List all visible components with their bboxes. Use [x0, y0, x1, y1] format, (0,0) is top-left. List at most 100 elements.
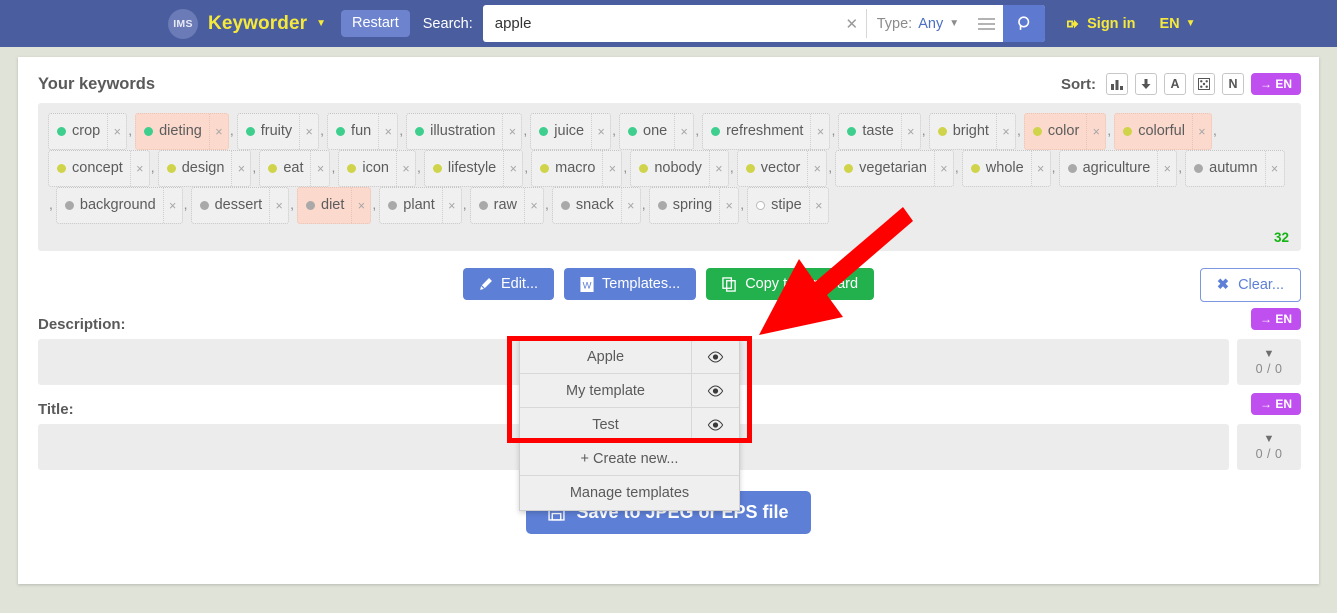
keyword-tag[interactable]: concept × — [48, 150, 150, 187]
keyword-tag[interactable]: diet × — [297, 187, 372, 224]
keyword-tag[interactable]: vector × — [736, 150, 828, 187]
remove-keyword-icon[interactable]: × — [807, 151, 826, 186]
keyword-tag[interactable]: dessert × — [190, 187, 290, 224]
sort-alphabetical-button[interactable]: A — [1163, 73, 1186, 95]
keyword-tag[interactable]: fun × — [327, 113, 399, 150]
keyword-tag[interactable]: plant × — [379, 187, 462, 224]
language-selector[interactable]: EN ▼ — [1159, 16, 1195, 32]
brand-name[interactable]: Keyworder — [208, 13, 307, 35]
remove-keyword-icon[interactable]: × — [395, 151, 415, 186]
chevron-down-icon[interactable]: ▼ — [1264, 348, 1275, 360]
type-filter-dropdown[interactable]: Type: Any ▼ — [867, 5, 969, 42]
remove-keyword-icon[interactable]: × — [269, 188, 288, 223]
sign-in-button[interactable]: Sign in — [1067, 16, 1135, 32]
remove-keyword-icon[interactable]: × — [810, 114, 829, 149]
search-submit-button[interactable] — [1003, 5, 1046, 42]
copy-to-clipboard-button[interactable]: Copy to clipboard — [706, 268, 875, 300]
keyword-tag[interactable]: vegetarian × — [835, 150, 954, 187]
restart-button[interactable]: Restart — [341, 10, 410, 37]
remove-keyword-icon[interactable]: × — [1030, 151, 1050, 186]
translate-keywords-button[interactable]: → EN — [1250, 73, 1301, 95]
translate-title-button[interactable]: → EN — [1250, 393, 1301, 415]
clear-button[interactable]: ✖ Clear... — [1199, 268, 1301, 302]
keyword-tag[interactable]: dieting × — [135, 113, 229, 150]
keyword-tag[interactable]: snack × — [551, 187, 641, 224]
remove-keyword-icon[interactable]: × — [1086, 114, 1105, 149]
remove-keyword-icon[interactable]: × — [1191, 114, 1211, 149]
remove-keyword-icon[interactable]: × — [719, 188, 738, 223]
remove-keyword-icon[interactable]: × — [900, 114, 920, 149]
search-input[interactable] — [482, 5, 838, 42]
keyword-tag[interactable]: autumn × — [1185, 150, 1285, 187]
keyword-tag[interactable]: refreshment × — [702, 113, 831, 150]
keyword-tag[interactable]: crop × — [48, 113, 128, 150]
keyword-tag[interactable]: macro × — [531, 150, 623, 187]
keyword-tag[interactable]: taste × — [838, 113, 921, 150]
template-item[interactable]: My template — [520, 374, 739, 408]
remove-keyword-icon[interactable]: × — [441, 188, 461, 223]
chevron-down-icon[interactable]: ▼ — [316, 18, 326, 29]
manage-templates-item[interactable]: Manage templates — [520, 476, 739, 510]
template-item[interactable]: Apple — [520, 340, 739, 374]
remove-keyword-icon[interactable]: × — [602, 151, 621, 186]
remove-keyword-icon[interactable]: × — [620, 188, 640, 223]
sort-descending-button[interactable] — [1134, 73, 1157, 95]
remove-keyword-icon[interactable]: × — [933, 151, 953, 186]
keyword-tag-body: refreshment — [703, 114, 810, 149]
keyword-tag[interactable]: icon × — [338, 150, 416, 187]
sort-random-button[interactable] — [1192, 73, 1215, 95]
preview-template-button[interactable] — [691, 374, 739, 407]
remove-keyword-icon[interactable]: × — [231, 151, 250, 186]
sort-natural-button[interactable]: N — [1221, 73, 1244, 95]
clear-search-icon[interactable]: ✕ — [838, 5, 866, 42]
keyword-tag[interactable]: background × — [55, 187, 183, 224]
keywords-box[interactable]: crop ×, dieting ×, fruity ×, fun ×, illustration… — [38, 103, 1301, 251]
remove-keyword-icon[interactable]: × — [708, 151, 728, 186]
keyword-tag[interactable]: juice × — [530, 113, 612, 150]
keyword-tag[interactable]: spring × — [648, 187, 740, 224]
remove-keyword-icon[interactable]: × — [351, 188, 370, 223]
remove-keyword-icon[interactable]: × — [378, 114, 397, 149]
remove-keyword-icon[interactable]: × — [129, 151, 149, 186]
remove-keyword-icon[interactable]: × — [503, 151, 522, 186]
hamburger-menu-icon[interactable] — [969, 5, 1003, 42]
keyword-tag[interactable]: stipe × — [747, 187, 829, 224]
keyword-tag[interactable]: agriculture × — [1058, 150, 1178, 187]
remove-keyword-icon[interactable]: × — [208, 114, 228, 149]
remove-keyword-icon[interactable]: × — [502, 114, 521, 149]
keyword-tag[interactable]: raw × — [469, 187, 545, 224]
keyword-tag[interactable]: eat × — [259, 150, 331, 187]
keyword-tag[interactable]: design × — [157, 150, 252, 187]
keyword-tag[interactable]: whole × — [961, 150, 1051, 187]
preview-template-button[interactable] — [691, 340, 739, 373]
keyword-tag[interactable]: bright × — [928, 113, 1016, 150]
remove-keyword-icon[interactable]: × — [674, 114, 693, 149]
svg-text:W: W — [583, 280, 592, 290]
remove-keyword-icon[interactable]: × — [591, 114, 610, 149]
remove-keyword-icon[interactable]: × — [995, 114, 1015, 149]
chevron-down-icon[interactable]: ▼ — [1264, 433, 1275, 445]
keyword-tag[interactable]: one × — [619, 113, 695, 150]
keyword-tag[interactable]: color × — [1023, 113, 1107, 150]
edit-button[interactable]: Edit... — [462, 268, 555, 300]
sort-by-frequency-button[interactable] — [1105, 73, 1128, 95]
keyword-status-dot — [639, 163, 649, 173]
keyword-tag[interactable]: nobody × — [630, 150, 729, 187]
create-new-template-item[interactable]: + Create new... — [520, 442, 739, 476]
remove-keyword-icon[interactable]: × — [808, 188, 828, 223]
remove-keyword-icon[interactable]: × — [310, 151, 329, 186]
remove-keyword-icon[interactable]: × — [524, 188, 543, 223]
preview-template-button[interactable] — [691, 408, 739, 442]
remove-keyword-icon[interactable]: × — [1264, 151, 1284, 186]
remove-keyword-icon[interactable]: × — [299, 114, 318, 149]
remove-keyword-icon[interactable]: × — [1157, 151, 1176, 186]
keyword-tag[interactable]: colorful × — [1114, 113, 1212, 150]
remove-keyword-icon[interactable]: × — [107, 114, 126, 149]
templates-button[interactable]: W Templates... — [564, 268, 697, 300]
translate-description-button[interactable]: → EN — [1250, 308, 1301, 330]
template-item[interactable]: Test — [520, 408, 739, 442]
keyword-tag[interactable]: fruity × — [236, 113, 320, 150]
remove-keyword-icon[interactable]: × — [162, 188, 182, 223]
keyword-tag[interactable]: lifestyle × — [423, 150, 524, 187]
keyword-tag[interactable]: illustration × — [406, 113, 523, 150]
